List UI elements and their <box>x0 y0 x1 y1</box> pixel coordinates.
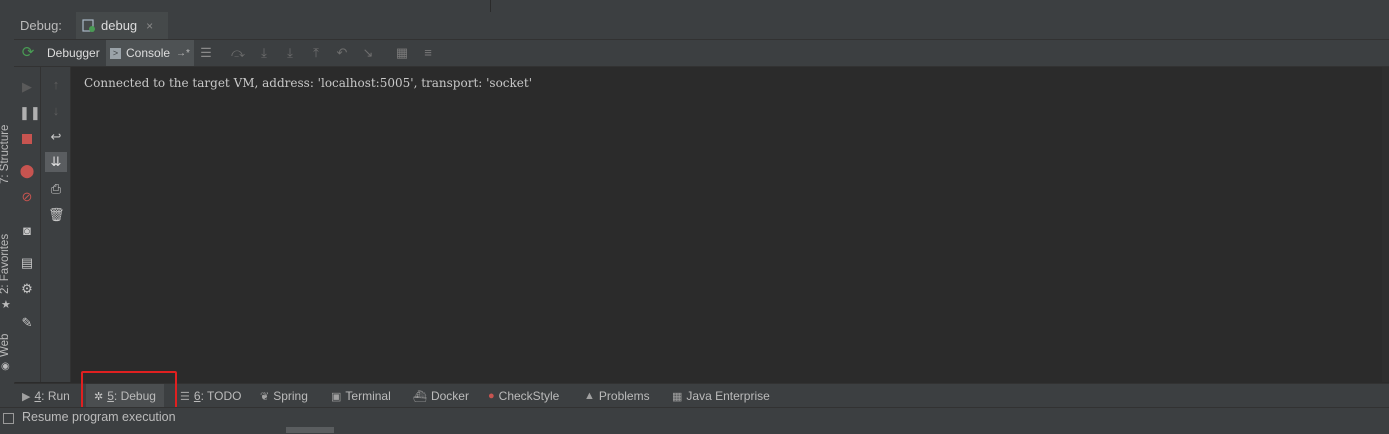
spring-label: Spring <box>273 389 308 403</box>
top-bar-divider <box>490 0 491 12</box>
tab-terminal[interactable]: ▣ Terminal <box>331 384 391 408</box>
status-text: Resume program execution <box>22 410 176 424</box>
up-arrow-icon[interactable]: ↑ <box>48 77 64 93</box>
checkstyle-icon: ● <box>488 390 495 402</box>
todo-label: : TODO <box>200 389 242 403</box>
layout-icon[interactable]: ▤ <box>19 255 35 271</box>
tab-console-label: Console <box>126 46 171 60</box>
status-bar: Resume program execution <box>0 407 1389 434</box>
debug-label: Debug: <box>20 18 62 33</box>
console-scrollbar[interactable] <box>1382 67 1389 382</box>
debug-config-icon <box>82 18 95 32</box>
tab-problems[interactable]: ▲ Problems <box>584 384 650 408</box>
drop-frame-icon[interactable]: ↶ <box>334 45 350 61</box>
clear-icon[interactable]: 🗑 <box>48 207 65 223</box>
debug-toolbar: ⟳ Debugger > Console →* ☰ ⤼ ⤓ ⤓ ⤒ ↶ ↘ ▦ … <box>14 40 1389 67</box>
tab-checkstyle[interactable]: ● CheckStyle <box>488 384 559 408</box>
problems-label: Problems <box>598 389 650 403</box>
debug-actions-sidebar: ▶ ❚❚ ⬤ ⊘ ◙ ▤ ⚙ ✎ <box>14 67 41 382</box>
evaluate-icon[interactable]: ▦ <box>394 45 410 61</box>
tab-debugger[interactable]: Debugger <box>44 40 107 66</box>
console-actions-sidebar: ↑ ↓ ↩ ⇊ ⎙ 🗑 <box>41 67 71 382</box>
warning-icon: ▲ <box>584 390 595 402</box>
step-into-icon[interactable]: ⤓ <box>256 45 272 61</box>
print-icon[interactable]: ⎙ <box>48 181 64 197</box>
tab-java-enterprise[interactable]: ▦ Java Enterprise <box>672 384 770 408</box>
menu-icon[interactable]: ☰ <box>198 45 214 61</box>
web-label: Web <box>0 333 11 357</box>
tab-docker[interactable]: ⛴ Docker <box>413 384 469 408</box>
session-name: debug <box>101 18 138 33</box>
console-output[interactable]: Connected to the target VM, address: 'lo… <box>71 67 1389 382</box>
structure-tab[interactable]: 7: Structure <box>0 125 11 184</box>
left-tool-strip: 7: Structure 2: Favorites ★ Web ◉ <box>0 0 15 433</box>
pin-tab-icon[interactable]: →* <box>176 48 190 59</box>
debug-header: Debug: debug × <box>14 12 1389 40</box>
top-bar <box>14 0 1389 12</box>
down-arrow-icon[interactable]: ↓ <box>48 103 64 119</box>
step-out-icon[interactable]: ⤒ <box>308 45 324 61</box>
web-icon: ◉ <box>1 361 10 372</box>
scroll-to-end-icon[interactable]: ⇊ <box>45 152 67 172</box>
stop-icon[interactable] <box>19 131 35 147</box>
soft-wrap-icon[interactable]: ↩ <box>48 129 64 145</box>
pin-icon[interactable]: ✎ <box>19 315 35 331</box>
console-line: Connected to the target VM, address: 'lo… <box>84 76 533 90</box>
java-enterprise-icon: ▦ <box>672 390 683 403</box>
mute-breakpoints-icon[interactable]: ⊘ <box>19 189 35 205</box>
terminal-icon: ▣ <box>331 390 342 403</box>
resume-icon[interactable]: ▶ <box>19 79 35 95</box>
run-icon: ▶ <box>22 390 31 403</box>
tab-spring[interactable]: ❦ Spring <box>260 384 308 408</box>
step-over-icon[interactable]: ⤼ <box>230 45 246 61</box>
structure-label: 7: Structure <box>0 124 11 184</box>
favorites-label: 2: Favorites <box>0 233 11 294</box>
console-icon: > <box>110 47 121 59</box>
spring-icon: ❦ <box>260 390 270 403</box>
debug-tab-highlight <box>81 371 177 411</box>
tab-console[interactable]: > Console →* <box>106 40 194 66</box>
star-icon: ★ <box>1 299 11 311</box>
camera-icon[interactable]: ◙ <box>19 223 35 239</box>
tab-todo[interactable]: ☰ 6: TODO <box>180 384 241 408</box>
java-enterprise-label: Java Enterprise <box>686 389 770 403</box>
tab-debugger-label: Debugger <box>47 46 100 60</box>
force-step-into-icon[interactable]: ⤓ <box>282 45 298 61</box>
run-to-cursor-icon[interactable]: ↘ <box>360 45 376 61</box>
todo-num: 6 <box>193 389 201 403</box>
docker-label: Docker <box>430 389 469 403</box>
tool-window-bar: ▶ 4: Run ✲ 5: Debug ☰ 6: TODO ❦ Spring ▣… <box>14 383 1389 408</box>
session-tab-debug[interactable]: debug × <box>76 12 168 39</box>
view-breakpoints-icon[interactable]: ⬤ <box>19 163 35 179</box>
terminal-label: Terminal <box>345 389 391 403</box>
web-tab[interactable]: Web <box>0 334 11 357</box>
rerun-icon[interactable]: ⟳ <box>20 45 36 61</box>
run-label: : Run <box>41 389 70 403</box>
favorites-tab[interactable]: 2: Favorites <box>0 234 11 294</box>
tab-run[interactable]: ▶ 4: Run <box>22 384 70 408</box>
todo-icon: ☰ <box>180 390 190 403</box>
trace-icon[interactable]: ≡ <box>420 45 436 61</box>
docker-icon: ⛴ <box>413 390 427 403</box>
checkstyle-label: CheckStyle <box>498 389 560 403</box>
pause-icon[interactable]: ❚❚ <box>19 105 41 121</box>
tool-windows-toggle-icon[interactable] <box>3 413 14 424</box>
settings-icon[interactable]: ⚙ <box>19 281 35 297</box>
horizontal-scrollbar[interactable] <box>286 427 334 433</box>
close-icon[interactable]: × <box>146 19 153 33</box>
